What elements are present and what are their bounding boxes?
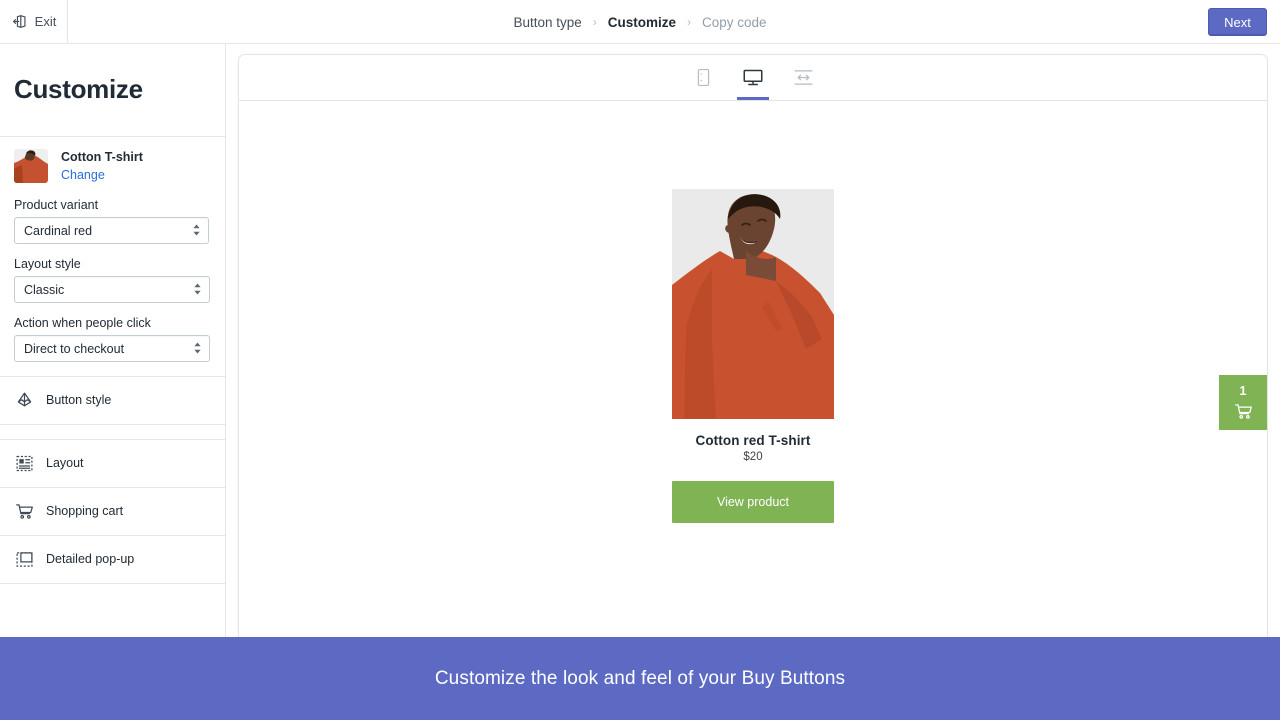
shopping-cart-icon [1233,402,1254,421]
product-title: Cotton red T-shirt [695,433,811,448]
preview-card: Cotton red T-shirt $20 View product 1 [238,54,1268,637]
chevron-updown-icon [193,342,202,355]
breadcrumb-separator-2: › [687,15,692,29]
exit-label: Exit [34,14,57,29]
layout-style-select[interactable]: Classic [14,275,210,303]
chevron-updown-icon [192,224,201,237]
sidebar-bottom-divider [0,582,225,598]
field-layout-style: Layout style Classic [0,257,225,303]
preview-stage: Cotton red T-shirt $20 View product 1 [239,101,1267,637]
banner-text: Customize the look and feel of your Buy … [434,667,846,689]
sidebar-item-label: Button style [46,393,112,408]
breadcrumb-item-button-type[interactable]: Button type [513,15,581,30]
product-name: Cotton T-shirt [61,150,143,164]
view-product-button[interactable]: View product [672,481,834,523]
product-image [672,189,834,419]
product-variant-label: Product variant [14,197,99,212]
cart-count: 1 [1239,384,1247,398]
popup-window-icon [14,549,34,569]
breadcrumb-item-customize[interactable]: Customize [608,15,676,30]
mobile-icon [695,68,712,87]
sidebar-item-label: Shopping cart [46,504,124,519]
sidebar-item-shopping-cart[interactable]: Shopping cart [0,486,225,535]
app-root: Exit Button type › Customize › Copy code… [0,0,1280,720]
selected-product[interactable]: Cotton T-shirt Change [0,137,225,185]
layout-style-value: Classic [24,282,65,297]
next-button[interactable]: Next [1208,8,1267,36]
top-bar: Exit Button type › Customize › Copy code… [0,0,1280,44]
full-width-icon [793,68,814,87]
paint-brush-icon [14,390,34,410]
sidebar: Customize Cotton T-shirt Change Product … [0,44,226,637]
shopping-cart-icon [14,501,34,521]
click-action-select[interactable]: Direct to checkout [14,334,210,362]
device-button-full-width[interactable] [787,55,819,100]
cart-widget[interactable]: 1 [1219,375,1267,430]
device-button-desktop[interactable] [737,55,769,100]
click-action-value: Direct to checkout [24,341,125,356]
product-preview: Cotton red T-shirt $20 View product [672,189,834,523]
breadcrumb-item-copy-code[interactable]: Copy code [702,15,767,30]
exit-button[interactable]: Exit [0,0,68,44]
sidebar-item-layout[interactable]: Layout [0,438,225,487]
preview-area: Cotton red T-shirt $20 View product 1 [226,44,1280,637]
device-toolbar [239,55,1267,101]
sidebar-divider [0,423,225,439]
exit-arrow-icon [11,13,28,30]
sidebar-item-detailed-popup[interactable]: Detailed pop-up [0,534,225,583]
desktop-icon [742,68,764,87]
product-price: $20 [743,451,763,463]
click-action-label: Action when people click [14,315,151,330]
product-thumbnail [14,149,48,183]
field-click-action: Action when people click Direct to check… [0,316,225,362]
field-product-variant: Product variant Cardinal red [0,198,225,244]
footer-banner: Customize the look and feel of your Buy … [0,637,1280,720]
breadcrumb: Button type › Customize › Copy code [0,0,1280,44]
layout-grid-icon [14,453,34,473]
sidebar-item-label: Layout [46,456,84,471]
chevron-updown-icon [193,283,202,296]
sidebar-item-button-style[interactable]: Button style [0,375,225,424]
page-title: Customize [14,74,143,104]
breadcrumb-separator-1: › [592,15,597,29]
change-product-link[interactable]: Change [61,166,143,185]
sidebar-settings-section: Cotton T-shirt Change Product variant Ca… [0,136,225,376]
product-variant-select[interactable]: Cardinal red [14,216,209,244]
sidebar-item-label: Detailed pop-up [46,552,135,567]
device-button-mobile[interactable] [687,55,719,100]
product-variant-value: Cardinal red [24,223,93,238]
layout-style-label: Layout style [14,256,81,271]
